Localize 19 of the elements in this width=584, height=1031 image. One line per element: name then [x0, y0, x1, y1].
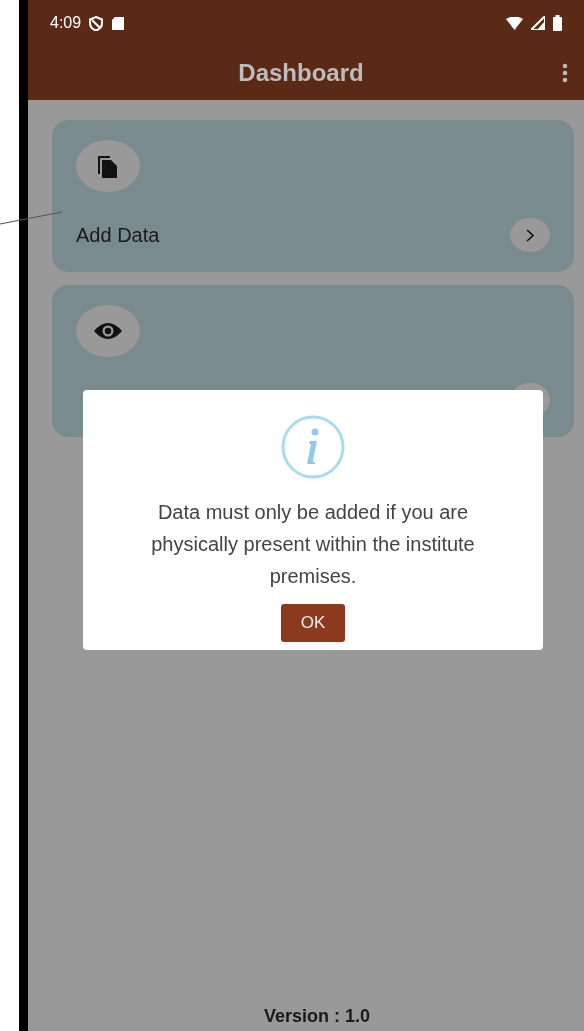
- ok-button[interactable]: OK: [281, 604, 345, 642]
- wifi-icon: [506, 16, 523, 30]
- dialog-message: Data must only be added if you are physically present within the institute premises.: [150, 500, 476, 589]
- eye-icon: [93, 322, 123, 340]
- app-bar-title: Dashboard: [238, 59, 364, 87]
- status-time: 4:09: [50, 14, 82, 32]
- battery-icon: [553, 15, 562, 31]
- leader-line: [0, 210, 62, 226]
- shield-icon: [89, 15, 104, 31]
- chevron-button[interactable]: [510, 218, 550, 252]
- dashboard-card[interactable]: Add Data: [52, 120, 574, 272]
- chevron-icon: [526, 228, 534, 242]
- info-icon: [280, 414, 346, 480]
- sd-card-icon: [111, 15, 126, 31]
- more-options-icon[interactable]: [562, 63, 568, 83]
- signal-icon: [531, 16, 545, 30]
- version-label: Version : 1.0: [262, 1006, 372, 1027]
- card-label: Add Data: [76, 223, 160, 247]
- documents-icon: [97, 153, 119, 179]
